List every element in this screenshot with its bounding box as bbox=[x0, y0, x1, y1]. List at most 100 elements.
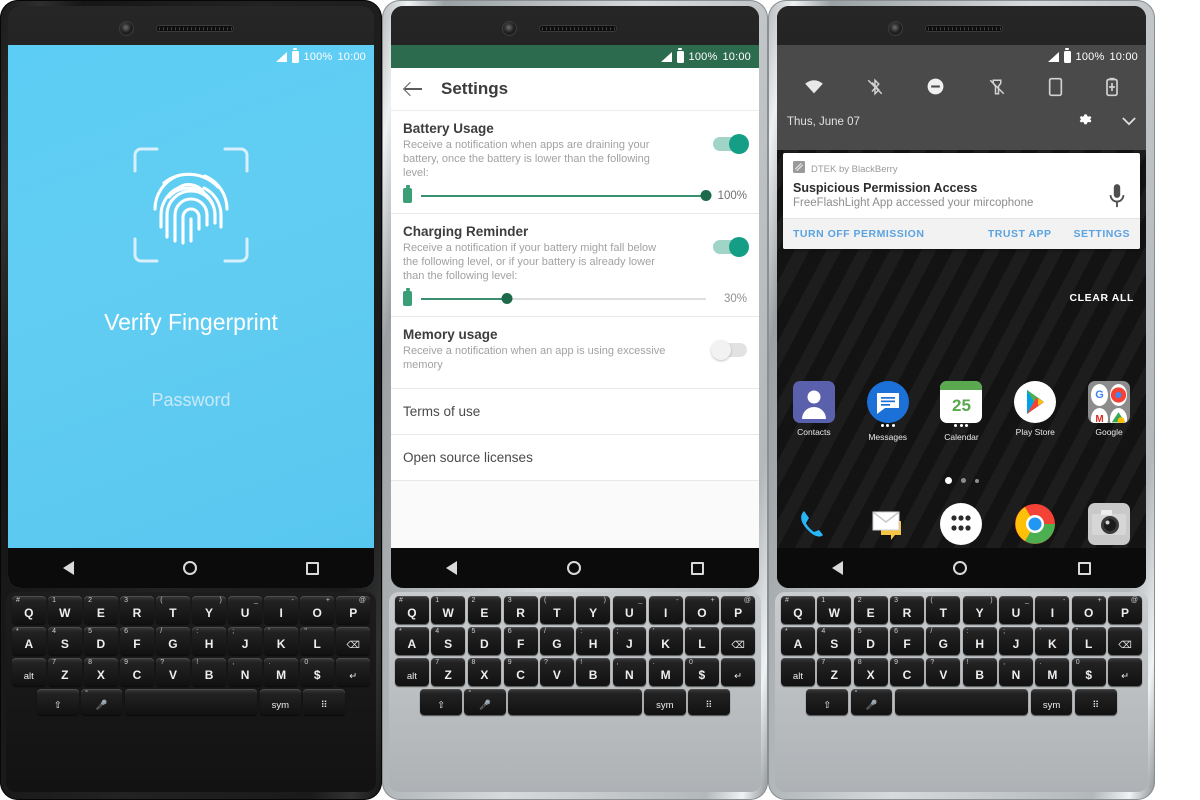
clear-all-button[interactable]: CLEAR ALL bbox=[1069, 292, 1134, 304]
key-M[interactable]: .M bbox=[648, 658, 683, 686]
key-O[interactable]: + O bbox=[685, 596, 719, 624]
key-$[interactable]: 0 $ bbox=[1071, 658, 1106, 686]
toggle-battery-usage[interactable] bbox=[713, 134, 749, 154]
key-L[interactable]: " L bbox=[300, 627, 334, 655]
key-D[interactable]: 5D bbox=[84, 627, 118, 655]
key-N[interactable]: ,N bbox=[228, 658, 262, 686]
app-email[interactable] bbox=[862, 503, 914, 551]
key-C[interactable]: 9C bbox=[890, 658, 924, 686]
key-G[interactable]: / G bbox=[540, 627, 574, 655]
key-⌫[interactable]: ⌫ bbox=[1108, 627, 1142, 655]
chevron-down-icon[interactable] bbox=[1122, 113, 1136, 131]
key-H[interactable]: :H bbox=[576, 627, 610, 655]
key-C[interactable]: 9C bbox=[503, 658, 538, 686]
key-H[interactable]: :H bbox=[962, 627, 997, 655]
key-Z[interactable]: 7Z bbox=[817, 658, 852, 686]
app-drawer-button[interactable] bbox=[935, 503, 987, 545]
key-K[interactable]: ' K bbox=[1035, 627, 1070, 655]
key-⠿[interactable]: ⠿ bbox=[1074, 689, 1117, 715]
key-🎤[interactable]: ° 🎤 bbox=[850, 689, 893, 715]
key-X[interactable]: 8X bbox=[853, 658, 888, 686]
recents-icon[interactable] bbox=[1077, 561, 1091, 575]
back-icon[interactable] bbox=[446, 561, 457, 575]
auto-rotate-icon[interactable] bbox=[1048, 77, 1063, 102]
key-B[interactable]: ! B bbox=[192, 658, 226, 686]
key-K[interactable]: ' K bbox=[264, 627, 298, 655]
flashlight-off-icon[interactable] bbox=[988, 77, 1006, 102]
key-J[interactable]: ; J bbox=[228, 627, 262, 655]
key-T[interactable]: (T bbox=[156, 596, 190, 624]
key-L[interactable]: " L bbox=[1071, 627, 1106, 655]
fingerprint-icon[interactable] bbox=[131, 145, 251, 265]
wifi-icon[interactable] bbox=[804, 79, 824, 100]
key-A[interactable]: * A bbox=[12, 627, 46, 655]
key-⌫[interactable]: ⌫ bbox=[721, 627, 755, 655]
key-⌫[interactable]: ⌫ bbox=[336, 627, 370, 655]
key-alt[interactable]: alt bbox=[781, 658, 815, 686]
toggle-charging-reminder[interactable] bbox=[713, 237, 749, 257]
app-camera[interactable] bbox=[1083, 503, 1135, 545]
key-W[interactable]: 1W bbox=[431, 596, 465, 624]
key-T[interactable]: (T bbox=[540, 596, 574, 624]
home-icon[interactable] bbox=[567, 561, 581, 575]
key-🎤[interactable]: ° 🎤 bbox=[81, 689, 123, 715]
key-U[interactable]: _ U bbox=[228, 596, 262, 624]
key-Q[interactable]: # Q bbox=[395, 596, 429, 624]
key-T[interactable]: (T bbox=[926, 596, 961, 624]
key-🎤[interactable]: ° 🎤 bbox=[464, 689, 506, 715]
key-⠿[interactable]: ⠿ bbox=[688, 689, 730, 715]
key-⇧[interactable]: ⇧ bbox=[37, 689, 79, 715]
key-S[interactable]: 4S bbox=[431, 627, 465, 655]
notification-card[interactable]: DTEK by BlackBerry Suspicious Permission… bbox=[783, 153, 1140, 249]
key-H[interactable]: :H bbox=[192, 627, 226, 655]
key-sym[interactable]: sym bbox=[1030, 689, 1073, 715]
key-J[interactable]: ; J bbox=[612, 627, 647, 655]
gear-icon[interactable] bbox=[1078, 112, 1092, 131]
key-A[interactable]: * A bbox=[781, 627, 815, 655]
key-P[interactable]: @ P bbox=[336, 596, 370, 624]
key-Y[interactable]: ) Y bbox=[192, 596, 226, 624]
key-R[interactable]: 3R bbox=[503, 596, 538, 624]
key-↵[interactable]: ↵ bbox=[1108, 658, 1142, 686]
key-R[interactable]: 3R bbox=[890, 596, 924, 624]
app-google-folder[interactable]: G M Google bbox=[1083, 381, 1135, 442]
bluetooth-off-icon[interactable] bbox=[866, 77, 884, 102]
key-W[interactable]: 1W bbox=[817, 596, 852, 624]
key-B[interactable]: ! B bbox=[962, 658, 997, 686]
key-E[interactable]: 2E bbox=[467, 596, 502, 624]
key-G[interactable]: / G bbox=[156, 627, 190, 655]
link-terms-of-use[interactable]: Terms of use bbox=[391, 389, 759, 435]
recents-icon[interactable] bbox=[306, 561, 320, 575]
key-C[interactable]: 9C bbox=[120, 658, 154, 686]
app-contacts[interactable]: Contacts bbox=[788, 381, 840, 442]
key-W[interactable]: 1W bbox=[48, 596, 82, 624]
key-I[interactable]: -I bbox=[648, 596, 683, 624]
app-calendar[interactable]: 25 Calendar bbox=[935, 381, 987, 442]
key-N[interactable]: ,N bbox=[612, 658, 647, 686]
key-G[interactable]: / G bbox=[926, 627, 961, 655]
key-Y[interactable]: ) Y bbox=[576, 596, 610, 624]
key-Y[interactable]: ) Y bbox=[962, 596, 997, 624]
toggle-memory-usage[interactable] bbox=[711, 340, 747, 360]
key-Q[interactable]: # Q bbox=[12, 596, 46, 624]
key-V[interactable]: ? V bbox=[540, 658, 574, 686]
key-V[interactable]: ? V bbox=[926, 658, 961, 686]
key-alt[interactable]: alt bbox=[12, 658, 46, 686]
key-S[interactable]: 4S bbox=[48, 627, 82, 655]
app-phone[interactable] bbox=[788, 503, 840, 545]
key-F[interactable]: 6F bbox=[120, 627, 154, 655]
key-X[interactable]: 8X bbox=[467, 658, 502, 686]
battery-saver-icon[interactable] bbox=[1105, 77, 1119, 102]
home-icon[interactable] bbox=[182, 561, 197, 575]
key-M[interactable]: .M bbox=[264, 658, 298, 686]
password-link[interactable]: Password bbox=[8, 390, 374, 411]
key-$[interactable]: 0 $ bbox=[685, 658, 719, 686]
key-$[interactable]: 0 $ bbox=[300, 658, 334, 686]
key-X[interactable]: 8X bbox=[84, 658, 118, 686]
key-⇧[interactable]: ⇧ bbox=[806, 689, 849, 715]
key-↵[interactable]: ↵ bbox=[721, 658, 755, 686]
key-sym[interactable]: sym bbox=[644, 689, 686, 715]
key-I[interactable]: -I bbox=[264, 596, 298, 624]
key-⇧[interactable]: ⇧ bbox=[420, 689, 462, 715]
key-J[interactable]: ; J bbox=[999, 627, 1033, 655]
